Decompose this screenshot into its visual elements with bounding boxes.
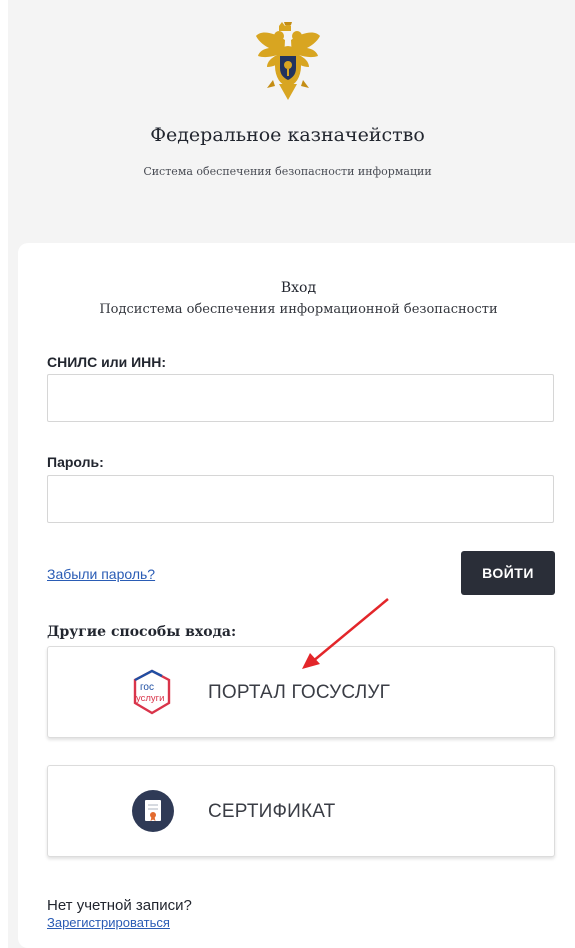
register-link[interactable]: Зарегистрироваться [47,915,170,930]
other-methods-label: Другие способы входа: [47,624,237,640]
login-title: Вход [280,280,317,296]
gosuslugi-logo-icon: гос услуги [133,669,171,715]
certificate-login-button[interactable]: СЕРТИФИКАТ [47,765,555,857]
org-subtitle: Система обеспечения безопасности информа… [143,165,432,178]
no-account-text: Нет учетной записи? [47,897,192,914]
gosuslugi-logo-top: гос [140,682,154,693]
gosuslugi-login-button[interactable]: гос услуги ПОРТАЛ ГОСУСЛУГ [47,646,555,738]
emblem-icon [256,22,320,100]
gosuslugi-label: ПОРТАЛ ГОСУСЛУГ [208,682,391,703]
login-subtitle: Подсистема обеспечения информационной бе… [99,302,498,317]
snils-input[interactable] [47,374,554,422]
password-input[interactable] [47,475,554,523]
certificate-icon [132,790,174,832]
password-label: Пароль: [47,454,104,470]
org-title: Федеральное казначейство [150,124,425,146]
gosuslugi-logo-bottom: услуги [136,693,164,704]
snils-label: СНИЛС или ИНН: [47,354,167,370]
login-submit-button[interactable]: ВОЙТИ [461,551,555,595]
forgot-password-link[interactable]: Забыли пароль? [47,566,155,582]
certificate-label: СЕРТИФИКАТ [208,801,336,822]
